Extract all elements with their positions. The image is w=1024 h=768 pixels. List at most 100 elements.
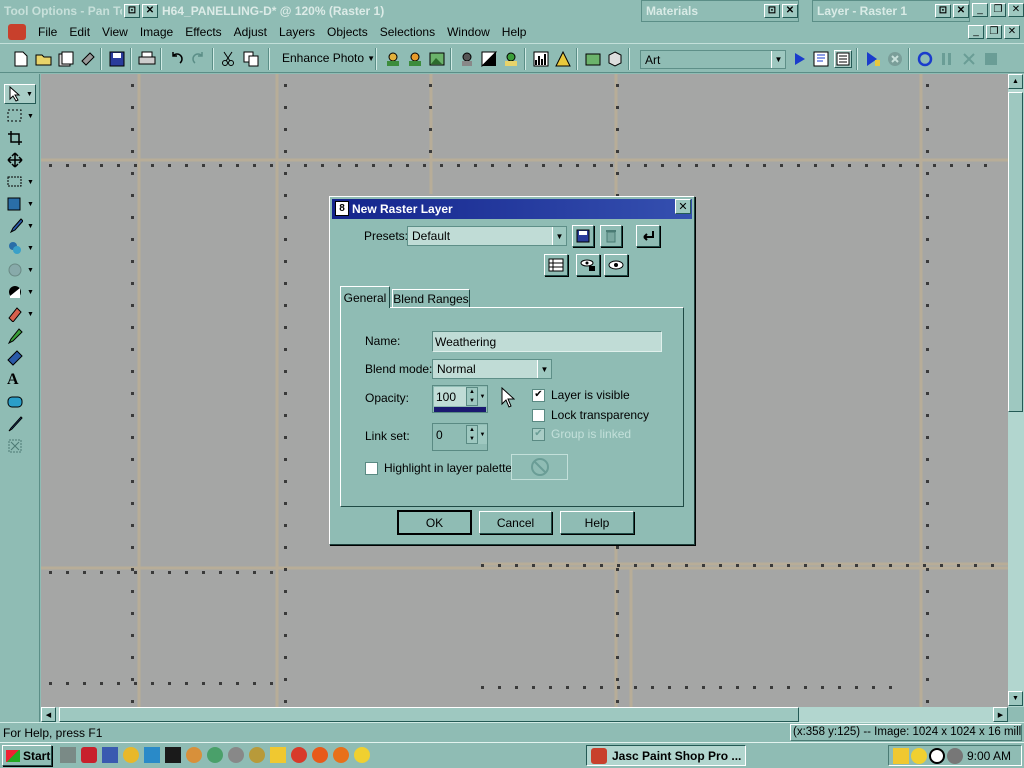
tab-blend-ranges[interactable]: Blend Ranges — [392, 289, 470, 308]
name-input[interactable]: Weathering — [432, 331, 662, 352]
clone-brush-tool[interactable]: ▼ — [4, 238, 36, 258]
histogram-icon[interactable] — [532, 50, 550, 68]
script-select[interactable]: Art ▼ — [640, 50, 786, 69]
tool-options-title-bar[interactable]: Tool Options - Pan Tool ⊡ ✕ — [0, 0, 158, 22]
shape-selection-tool[interactable]: ▼ — [4, 172, 36, 192]
quick-launch-mail-icon[interactable] — [186, 747, 202, 763]
one-step-photo-fix-icon[interactable] — [384, 50, 402, 68]
pan-tool[interactable]: ▼ — [4, 84, 36, 104]
layer-visible-checkbox-row[interactable]: ✔ Layer is visible — [532, 388, 630, 402]
tray-panda-icon[interactable] — [929, 747, 945, 764]
menu-adjust[interactable]: Adjust — [228, 25, 273, 39]
print-icon[interactable] — [138, 50, 156, 68]
save-record-icon[interactable] — [982, 50, 1000, 68]
warning-icon[interactable] — [554, 50, 572, 68]
photo-enhance-icon[interactable] — [428, 50, 446, 68]
scroll-right-icon[interactable]: ▶ — [993, 707, 1008, 722]
layer-visible-checkbox[interactable]: ✔ — [532, 388, 545, 402]
layer-palette-close-button[interactable]: ✕ — [953, 4, 969, 18]
quick-launch-hand-icon[interactable] — [270, 747, 286, 763]
copy-icon[interactable] — [242, 50, 260, 68]
tab-general[interactable]: General — [340, 286, 390, 308]
app-restore-button[interactable]: ❐ — [990, 3, 1006, 17]
image-info-icon[interactable] — [584, 50, 602, 68]
highlight-checkbox-row[interactable]: Highlight in layer palette: — [365, 461, 515, 475]
auto-proof-button[interactable] — [604, 254, 628, 276]
spin-up-icon[interactable]: ▲ — [467, 388, 477, 397]
browse-icon[interactable] — [57, 50, 75, 68]
menu-effects[interactable]: Effects — [179, 25, 227, 39]
quick-launch-smiley-icon[interactable] — [354, 747, 370, 763]
preset-shape-tool[interactable] — [4, 392, 36, 412]
lock-transparency-checkbox-row[interactable]: Lock transparency — [532, 408, 649, 422]
contrast-icon[interactable] — [480, 50, 498, 68]
preview-options-button[interactable] — [544, 254, 568, 276]
taskbar-paint-shop-pro-button[interactable]: Jasc Paint Shop Pro ... — [586, 745, 746, 766]
layer-palette-title-bar[interactable]: Layer - Raster 1 ⊡ ✕ — [812, 0, 970, 22]
enhance-photo-menu-button[interactable]: Enhance Photo ▼ — [282, 51, 375, 65]
dialog-title-bar[interactable]: 8 New Raster Layer — [332, 199, 692, 219]
tray-speaker-icon[interactable] — [947, 747, 963, 764]
photo-fix-icon[interactable] — [406, 50, 424, 68]
tray-hand-icon[interactable] — [893, 747, 909, 764]
menu-objects[interactable]: Objects — [321, 25, 374, 39]
pen-tool[interactable] — [4, 414, 36, 434]
spin-down-icon[interactable]: ▼ — [467, 435, 477, 444]
dodge-tool[interactable]: ▼ — [4, 282, 36, 302]
opacity-menu-arrow[interactable]: ▼ — [478, 387, 487, 406]
quick-launch-gear-icon[interactable] — [249, 747, 265, 763]
object-selector-tool[interactable] — [4, 436, 36, 456]
link-set-menu-arrow[interactable]: ▼ — [478, 425, 487, 444]
opacity-input[interactable]: 100 — [434, 387, 466, 406]
menu-layers[interactable]: Layers — [273, 25, 321, 39]
opacity-spinner[interactable]: ▲ ▼ — [466, 387, 478, 406]
quick-launch-globe-icon[interactable] — [207, 747, 223, 763]
quick-launch-browser-icon[interactable] — [312, 747, 328, 763]
dialog-close-button[interactable]: ✕ — [675, 199, 691, 214]
menu-window[interactable]: Window — [441, 25, 496, 39]
layer-palette-dock-button[interactable]: ⊡ — [935, 4, 951, 18]
quick-launch-desktop-icon[interactable] — [60, 747, 76, 763]
crop-tool[interactable] — [4, 128, 36, 148]
start-button[interactable]: Start — [2, 745, 52, 766]
run-script-batch-icon[interactable] — [864, 50, 882, 68]
record-script-icon[interactable] — [916, 50, 934, 68]
materials-close-button[interactable]: ✕ — [782, 4, 798, 18]
cancel-script-icon[interactable] — [886, 50, 904, 68]
pause-record-icon[interactable] — [938, 50, 956, 68]
materials-title-bar[interactable]: Materials ⊡ ✕ — [641, 0, 799, 22]
horizontal-scrollbar[interactable]: ◀ ▶ — [41, 707, 1008, 722]
horizontal-scroll-thumb[interactable] — [59, 707, 799, 722]
quick-launch-explorer-icon[interactable] — [102, 747, 118, 763]
app-minimize-button[interactable]: _ — [972, 3, 988, 17]
app-icon[interactable] — [8, 24, 26, 40]
help-button[interactable]: Help — [560, 511, 634, 534]
menu-selections[interactable]: Selections — [374, 25, 441, 39]
doc-minimize-button[interactable]: _ — [968, 25, 984, 39]
delete-preset-button[interactable] — [600, 225, 622, 247]
cancel-record-icon[interactable] — [960, 50, 978, 68]
tray-smiley-icon[interactable] — [911, 747, 927, 764]
highlight-color-swatch[interactable] — [511, 454, 568, 480]
doc-restore-button[interactable]: ❐ — [986, 25, 1002, 39]
tool-options-close-button[interactable]: ✕ — [142, 4, 158, 18]
menu-help[interactable]: Help — [496, 25, 533, 39]
scroll-left-icon[interactable]: ◀ — [41, 707, 56, 722]
clarify-icon[interactable] — [458, 50, 476, 68]
quick-launch-user-icon[interactable] — [228, 747, 244, 763]
save-icon[interactable] — [108, 50, 126, 68]
chevron-down-icon[interactable]: ▼ — [771, 51, 785, 68]
doc-close-button[interactable]: ✕ — [1004, 25, 1020, 39]
proof-button[interactable] — [576, 254, 600, 276]
vertical-scrollbar[interactable]: ▲ ▼ — [1008, 74, 1024, 707]
ok-button[interactable]: OK — [397, 510, 472, 535]
menu-view[interactable]: View — [96, 25, 134, 39]
blend-mode-select[interactable]: Normal ▼ — [432, 359, 552, 379]
highlight-checkbox[interactable] — [365, 461, 378, 475]
picture-tube-tool[interactable] — [4, 326, 36, 346]
chevron-down-icon[interactable]: ▼ — [552, 227, 566, 245]
menu-file[interactable]: File — [32, 25, 63, 39]
quick-launch-ie-icon[interactable] — [81, 747, 97, 763]
chevron-down-icon[interactable]: ▼ — [537, 360, 551, 378]
save-preset-button[interactable] — [572, 225, 594, 247]
